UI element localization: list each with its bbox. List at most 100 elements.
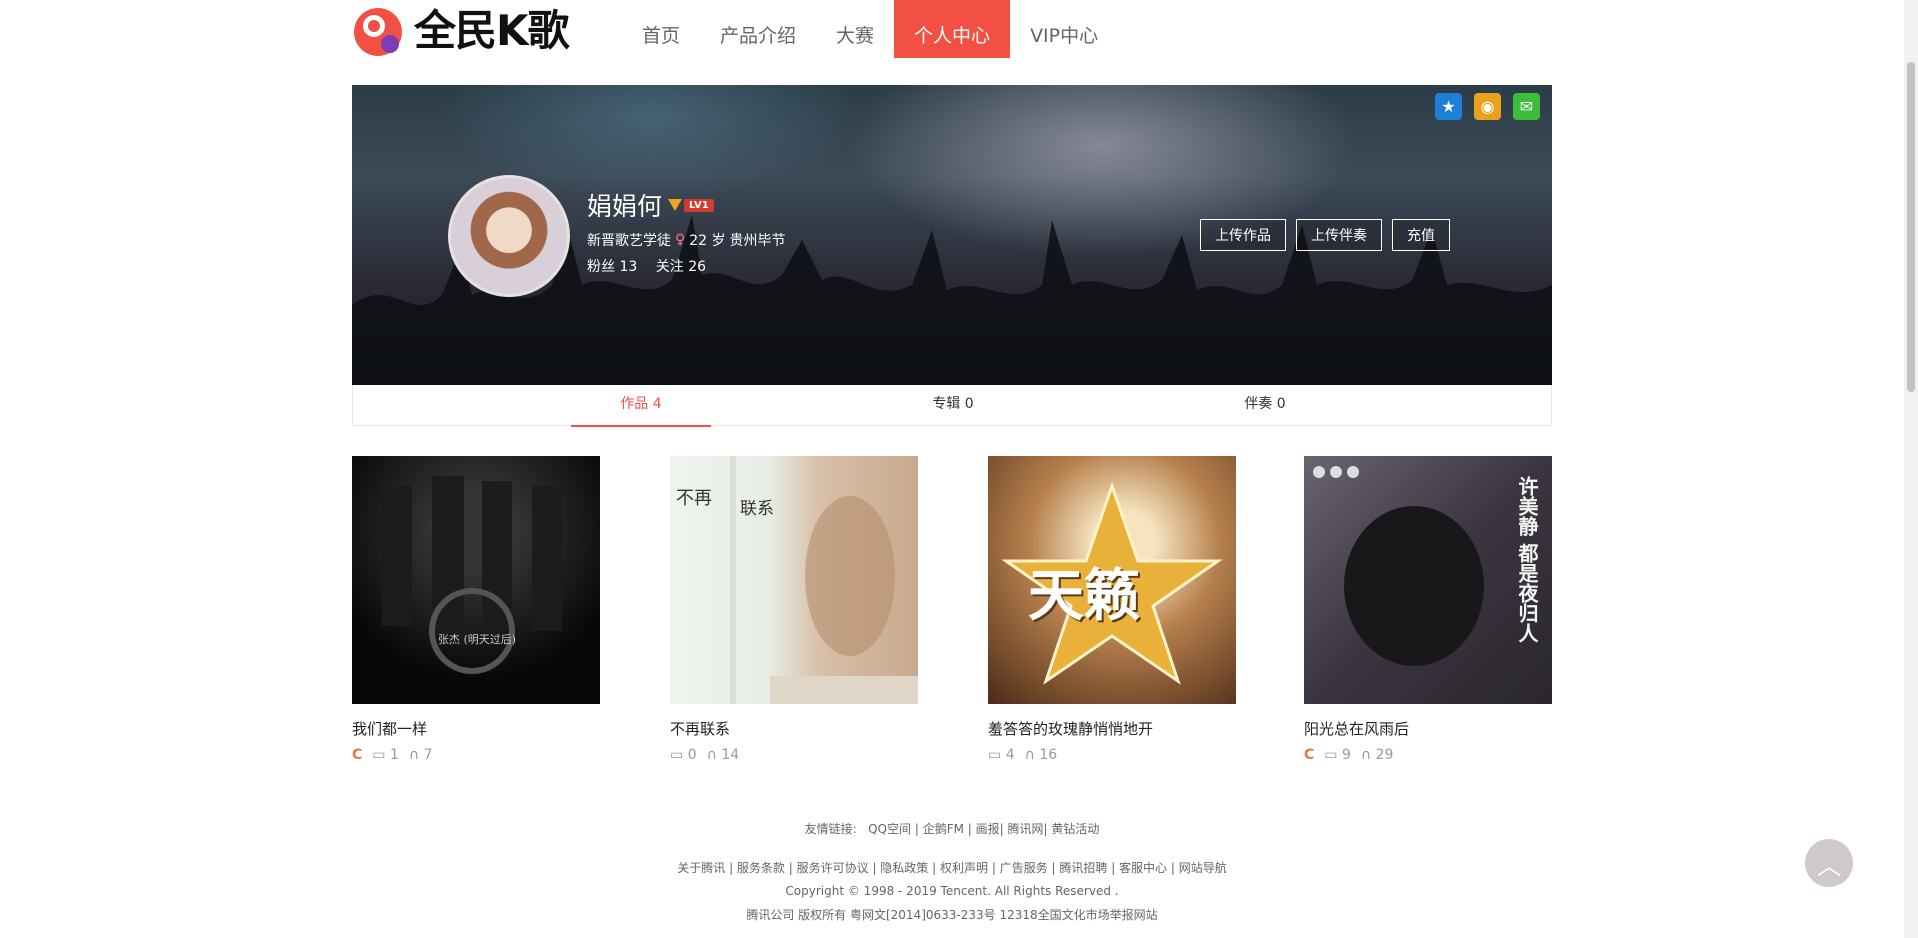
- c-badge-icon: C: [1304, 747, 1315, 763]
- nav-contest[interactable]: 大赛: [816, 0, 894, 58]
- fans-label: 粉丝: [587, 259, 615, 275]
- follow-value: 26: [688, 259, 707, 275]
- listen-value: 29: [1375, 747, 1394, 763]
- cover-caption: 天籁: [1028, 564, 1140, 629]
- nav-vip[interactable]: VIP中心: [1010, 0, 1118, 58]
- company-info: 腾讯公司 版权所有 粤网文[2014]0633-233号 12318全国文化市场…: [746, 908, 1158, 922]
- c-badge-icon: C: [352, 747, 363, 763]
- footer-links: 关于腾讯 | 服务条款 | 服务许可协议 | 隐私政策 | 权利声明 | 广告服…: [677, 861, 1227, 875]
- main-nav: 首页 产品介绍 大赛 个人中心 VIP中心: [622, 0, 1118, 58]
- footer: 友情链接: QQ空间 | 企鹅FM | 画报| 腾讯网| 黄钻活动 关于腾讯 |…: [352, 820, 1552, 931]
- song-cover[interactable]: 天籁: [988, 456, 1236, 704]
- song-cover[interactable]: 不再 联系: [670, 456, 918, 704]
- logo-text: 全民K歌: [414, 6, 570, 55]
- listen-count: ∩ 29: [1360, 747, 1394, 763]
- nav-personal-center[interactable]: 个人中心: [894, 0, 1011, 58]
- footer-link[interactable]: 隐私政策: [880, 861, 928, 875]
- comment-value: 1: [389, 747, 399, 763]
- song-title[interactable]: 羞答答的玫瑰静悄悄地开: [988, 718, 1236, 739]
- user-name: 娟娟何: [587, 192, 663, 221]
- user-info: 新晋歌艺学徒 ♀ 22 岁 贵州毕节: [587, 230, 786, 250]
- song-title[interactable]: 不再联系: [670, 718, 918, 739]
- listen-value: 16: [1039, 747, 1058, 763]
- user-name-row: 娟娟何 LV1: [587, 187, 714, 223]
- avatar[interactable]: [448, 175, 570, 297]
- chevron-up-icon: ︿: [1817, 851, 1841, 880]
- profile-tabs: 作品 4 专辑 0 伴奏 0: [352, 385, 1552, 427]
- song-card[interactable]: 许美静 都是夜归人 阳光总在风雨后 C ▭ 9 ∩ 29: [1304, 456, 1552, 763]
- tab-works[interactable]: 作品 4: [571, 385, 711, 427]
- footer-link[interactable]: 网站导航: [1179, 861, 1227, 875]
- nav-home[interactable]: 首页: [622, 0, 700, 58]
- comment-value: 9: [1341, 747, 1351, 763]
- profile-actions: 上传作品 上传伴奏 充值: [1200, 219, 1450, 251]
- listen-count: ∩ 16: [1024, 747, 1058, 763]
- share-icons: ★ ◉ ✉: [1435, 93, 1540, 120]
- comment-count: ▭ 4: [988, 747, 1015, 763]
- song-card[interactable]: 张杰 (明天过后) 我们都一样 C ▭ 1 ∩ 7: [352, 456, 600, 763]
- footer-link[interactable]: 客服中心: [1119, 861, 1167, 875]
- profile-banner: ★ ◉ ✉ 娟娟何 LV1 新晋歌艺学徒 ♀ 22 岁 贵州毕节 粉丝 13 关…: [352, 85, 1552, 385]
- footer-link[interactable]: 权利声明: [940, 861, 988, 875]
- listen-count: ∩ 7: [408, 747, 433, 763]
- song-title[interactable]: 我们都一样: [352, 718, 600, 739]
- weibo-share-icon[interactable]: ◉: [1474, 93, 1501, 120]
- header: 全民K歌 首页 产品介绍 大赛 个人中心 VIP中心: [352, 0, 1552, 58]
- friend-link[interactable]: 画报: [976, 822, 1000, 836]
- comment-count: ▭ 9: [1324, 747, 1351, 763]
- nav-product[interactable]: 产品介绍: [700, 0, 816, 58]
- tab-accompaniments[interactable]: 伴奏 0: [1195, 385, 1335, 425]
- listen-value: 14: [721, 747, 740, 763]
- wechat-share-icon[interactable]: ✉: [1513, 93, 1540, 120]
- song-meta: ▭ 0 ∩ 14: [670, 747, 918, 763]
- back-to-top-button[interactable]: ︿: [1805, 839, 1853, 887]
- level-triangle-icon: [668, 199, 683, 211]
- cover-art: [382, 476, 562, 674]
- comment-value: 4: [1005, 747, 1015, 763]
- cover-caption: 不再: [676, 488, 712, 509]
- upload-accompaniment-button[interactable]: 上传伴奏: [1296, 219, 1382, 251]
- footer-link[interactable]: 腾讯招聘: [1059, 861, 1107, 875]
- footer-link[interactable]: 关于腾讯: [677, 861, 725, 875]
- tab-albums[interactable]: 专辑 0: [883, 385, 1023, 425]
- logo-icon: [352, 4, 408, 58]
- scrollbar-thumb[interactable]: [1907, 62, 1915, 392]
- listen-value: 7: [423, 747, 433, 763]
- fans-count[interactable]: 粉丝 13: [587, 259, 637, 275]
- comment-count: ▭ 1: [372, 747, 399, 763]
- song-title[interactable]: 阳光总在风雨后: [1304, 718, 1552, 739]
- upload-work-button[interactable]: 上传作品: [1200, 219, 1286, 251]
- follow-label: 关注: [655, 259, 684, 275]
- friends-label: 友情链接:: [804, 822, 857, 836]
- friend-link[interactable]: 黄钻活动: [1051, 822, 1099, 836]
- friend-link[interactable]: QQ空间: [868, 822, 911, 836]
- qzone-share-icon[interactable]: ★: [1435, 93, 1462, 120]
- scrollbar[interactable]: [1904, 0, 1918, 938]
- level-badge: LV1: [668, 198, 714, 212]
- song-meta: C ▭ 1 ∩ 7: [352, 747, 600, 763]
- footer-link[interactable]: 服务条款: [737, 861, 785, 875]
- comment-count: ▭ 0: [670, 747, 697, 763]
- song-meta: ▭ 4 ∩ 16: [988, 747, 1236, 763]
- song-meta: C ▭ 9 ∩ 29: [1304, 747, 1552, 763]
- song-cover[interactable]: 张杰 (明天过后): [352, 456, 600, 704]
- song-card[interactable]: 天籁 羞答答的玫瑰静悄悄地开 ▭ 4 ∩ 16: [988, 456, 1236, 763]
- comment-value: 0: [687, 747, 697, 763]
- recharge-button[interactable]: 充值: [1392, 219, 1450, 251]
- logo[interactable]: 全民K歌: [352, 4, 570, 58]
- cover-caption: 许美静 都是夜归人: [1515, 476, 1539, 643]
- footer-link[interactable]: 服务许可协议: [797, 861, 869, 875]
- cover-caption: 张杰 (明天过后): [438, 633, 517, 646]
- footer-link[interactable]: 广告服务: [1000, 861, 1048, 875]
- user-location: 贵州毕节: [729, 233, 786, 249]
- level-label: LV1: [684, 198, 714, 212]
- user-title: 新晋歌艺学徒: [587, 233, 671, 249]
- friend-link[interactable]: 企鹅FM: [923, 822, 964, 836]
- friend-link[interactable]: 腾讯网: [1008, 822, 1044, 836]
- follow-count[interactable]: 关注 26: [656, 259, 706, 275]
- cover-caption: 联系: [740, 499, 774, 519]
- song-card[interactable]: 不再 联系 不再联系 ▭ 0 ∩ 14: [670, 456, 918, 763]
- song-cover[interactable]: 许美静 都是夜归人: [1304, 456, 1552, 704]
- listen-count: ∩ 14: [706, 747, 740, 763]
- fans-value: 13: [619, 259, 638, 275]
